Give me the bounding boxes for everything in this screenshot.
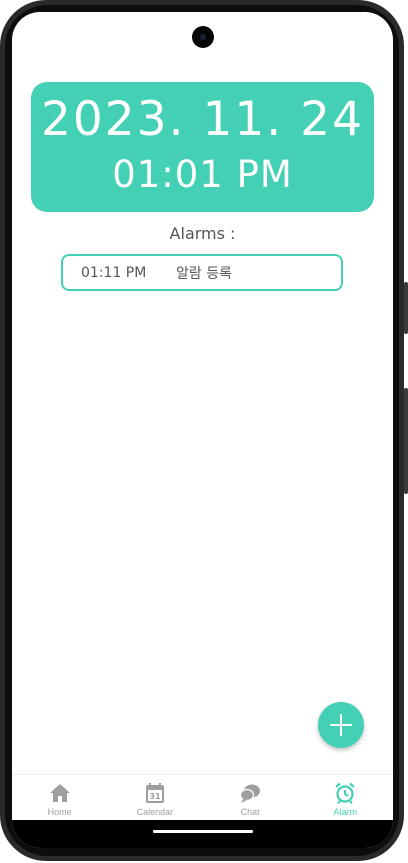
nav-item-calendar[interactable]: 31 Calendar	[107, 775, 202, 821]
alarm-time: 01:11 PM	[81, 264, 147, 281]
alarms-heading: Alarms :	[169, 224, 236, 243]
alarm-label: 알람 등록	[176, 265, 232, 282]
front-camera	[192, 26, 214, 48]
nav-label-alarm: Alarm	[333, 807, 358, 817]
current-date: 2023. 11. 24	[41, 92, 364, 147]
add-alarm-button[interactable]	[318, 702, 364, 748]
clock-card: 2023. 11. 24 01:01 PM	[31, 82, 374, 212]
app-screen: 2023. 11. 24 01:01 PM Alarms : 01:11 PM …	[12, 12, 393, 848]
volume-button	[404, 388, 408, 494]
alarm-icon	[335, 782, 356, 805]
bottom-nav: Home 31 Calendar Chat Alarm	[12, 774, 393, 821]
calendar-icon: 31	[145, 783, 164, 803]
alarm-list: 01:11 PM 알람 등록	[61, 254, 343, 291]
alarm-item[interactable]: 01:11 PM 알람 등록	[61, 254, 343, 291]
gesture-area	[12, 820, 393, 848]
nav-label-chat: Chat	[240, 807, 260, 817]
nav-item-home[interactable]: Home	[12, 775, 107, 821]
current-time: 01:01 PM	[112, 153, 293, 196]
nav-label-home: Home	[47, 807, 72, 817]
nav-item-alarm[interactable]: Alarm	[298, 775, 393, 821]
nav-label-calendar: Calendar	[136, 807, 174, 817]
chat-icon	[240, 784, 261, 803]
calendar-icon-text: 31	[149, 792, 161, 801]
nav-item-chat[interactable]: Chat	[203, 775, 298, 821]
power-button	[404, 282, 408, 334]
home-icon	[49, 784, 70, 802]
gesture-bar[interactable]	[153, 830, 253, 833]
